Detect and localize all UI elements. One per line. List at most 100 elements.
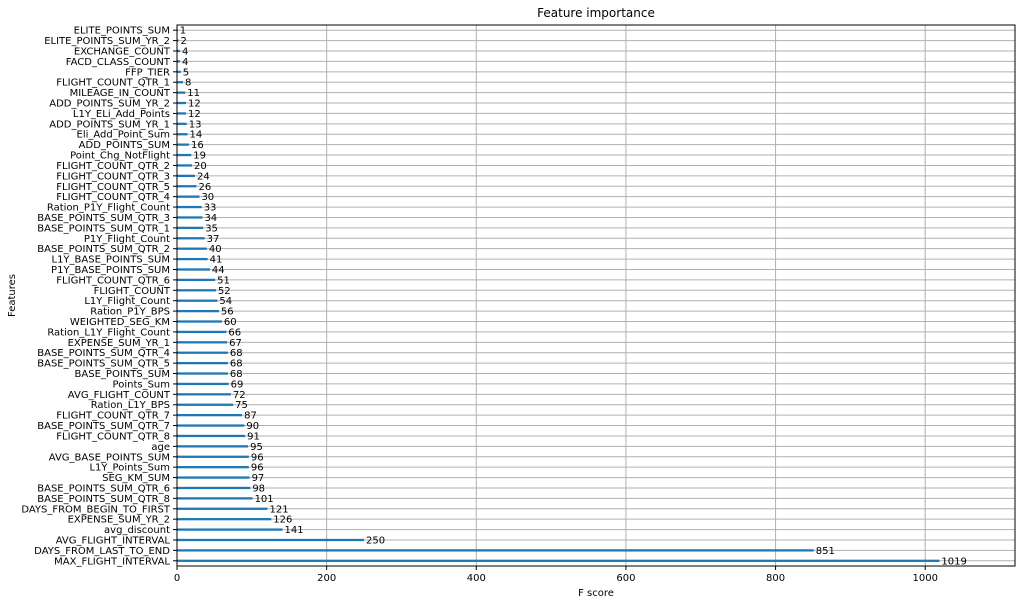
bar (177, 466, 249, 469)
bar (177, 101, 186, 105)
bar (177, 143, 189, 146)
y-tick-label: L1Y_Flight_Count (84, 296, 170, 307)
bar (177, 476, 250, 479)
bar-value-label: 69 (231, 379, 244, 390)
x-tick-label: 1000 (912, 573, 937, 584)
y-tick-label: avg_discount (104, 525, 170, 536)
bar (177, 320, 222, 323)
bar-value-label: 67 (229, 338, 242, 349)
bar-value-label: 11 (187, 88, 200, 99)
bar (177, 91, 186, 94)
bar (177, 372, 228, 375)
y-tick-label: DAYS_FROM_LAST_TO_END (34, 546, 170, 557)
x-tick-label: 400 (467, 573, 486, 584)
bar (177, 507, 268, 510)
y-tick-label: BASE_POINTS_SUM_QTR_6 (37, 483, 170, 494)
bar-value-label: 30 (201, 192, 214, 203)
y-tick-label: EXCHANGE_COUNT (74, 47, 171, 58)
bar (177, 361, 228, 365)
y-tick-label: AVG_FLIGHT_INTERVAL (56, 535, 171, 546)
bar-value-label: 4 (182, 57, 188, 68)
bar (177, 559, 940, 562)
y-tick-label: MILEAGE_IN_COUNT (70, 88, 171, 99)
y-tick-label: WEIGHTED_SEG_KM (70, 317, 170, 328)
bar (177, 434, 246, 438)
bar-value-label: 60 (224, 317, 237, 328)
bar (177, 549, 814, 552)
bar-value-label: 97 (252, 473, 265, 484)
bar (177, 528, 283, 531)
y-tick-label: Ration_P1Y_BPS (90, 307, 170, 318)
bar-value-label: 126 (273, 515, 292, 526)
y-tick-label: FACD_CLASS_COUNT (66, 57, 171, 68)
bar-value-label: 90 (246, 421, 259, 432)
y-tick-label: SEG_KM_SUM (102, 473, 170, 484)
bar (177, 309, 219, 313)
y-tick-label: BASE_POINTS_SUM_QTR_3 (37, 213, 170, 224)
bar-value-label: 2 (180, 36, 186, 47)
bar-value-label: 96 (251, 452, 264, 463)
bar-value-label: 54 (219, 296, 232, 307)
bar (177, 278, 216, 282)
bar-value-label: 72 (233, 390, 246, 401)
x-tick-label: 0 (174, 573, 180, 584)
bar-value-label: 68 (230, 348, 243, 359)
y-tick-label: Ration_L1Y_Flight_Count (47, 327, 170, 338)
bar-value-label: 35 (205, 223, 218, 234)
y-tick-label: FLIGHT_COUNT_QTR_2 (56, 161, 170, 172)
y-tick-label: Points_Sum (113, 379, 170, 390)
y-tick-label: FLIGHT_COUNT_QTR_8 (56, 431, 170, 442)
y-tick-label: ELITE_POINTS_SUM (74, 26, 170, 37)
y-tick-label: L1Y_ELi_Add_Points (73, 109, 170, 120)
bar-value-label: 91 (247, 431, 260, 442)
bar-value-label: 56 (221, 307, 234, 318)
bar-value-label: 44 (212, 265, 225, 276)
y-tick-label: Ration_L1Y_BPS (91, 400, 170, 411)
feature-importance-chart: 1019851250141126121101989796969591908775… (7, 6, 1016, 599)
y-tick-label: FLIGHT_COUNT_QTR_3 (56, 171, 170, 182)
bar-value-label: 19 (193, 151, 206, 162)
bar-value-label: 51 (217, 275, 230, 286)
bar-value-label: 141 (284, 525, 303, 536)
bar-value-label: 41 (210, 255, 223, 266)
bar (177, 268, 210, 271)
bar (177, 112, 186, 115)
bar (177, 257, 208, 261)
bar-value-label: 75 (235, 400, 248, 411)
y-tick-label: L1Y_Points_Sum (89, 463, 170, 474)
bar-value-label: 95 (250, 442, 263, 453)
bar-value-label: 26 (198, 182, 211, 193)
bar-value-label: 66 (228, 327, 241, 338)
y-tick-label: L1Y_BASE_POINTS_SUM (52, 255, 171, 266)
bar-value-label: 96 (251, 463, 264, 474)
bar-value-label: 13 (189, 119, 202, 130)
bar (177, 153, 192, 157)
bar (177, 247, 207, 250)
x-tick-label: 200 (317, 573, 336, 584)
bar-value-label: 20 (194, 161, 207, 172)
bar (177, 393, 231, 396)
chart-title: Feature importance (537, 6, 655, 20)
y-tick-label: DAYS_FROM_BEGIN_TO_FIRST (21, 504, 171, 515)
y-tick-label: age (151, 442, 170, 453)
bar (177, 413, 243, 417)
bar-value-label: 98 (252, 483, 265, 494)
bar (177, 518, 272, 521)
bar-value-label: 101 (255, 494, 274, 505)
y-tick-label: ELITE_POINTS_SUM_YR_2 (44, 36, 170, 47)
y-tick-label: MAX_FLIGHT_INTERVAL (54, 556, 170, 567)
y-tick-label: FLIGHT_COUNT_QTR_7 (56, 411, 170, 422)
bar (177, 403, 234, 406)
bar-value-label: 5 (183, 67, 189, 78)
y-tick-label: Ration_P1Y_Flight_Count (47, 203, 170, 214)
y-tick-label: AVG_FLIGHT_COUNT (68, 390, 171, 401)
bar (177, 341, 228, 344)
bar-value-label: 16 (191, 140, 204, 151)
bar-value-label: 68 (230, 359, 243, 370)
y-tick-label: BASE_POINTS_SUM_QTR_1 (37, 223, 170, 234)
bar (177, 289, 216, 292)
bar (177, 133, 188, 136)
bar (177, 486, 251, 490)
bar (177, 195, 200, 198)
bar (177, 237, 205, 240)
